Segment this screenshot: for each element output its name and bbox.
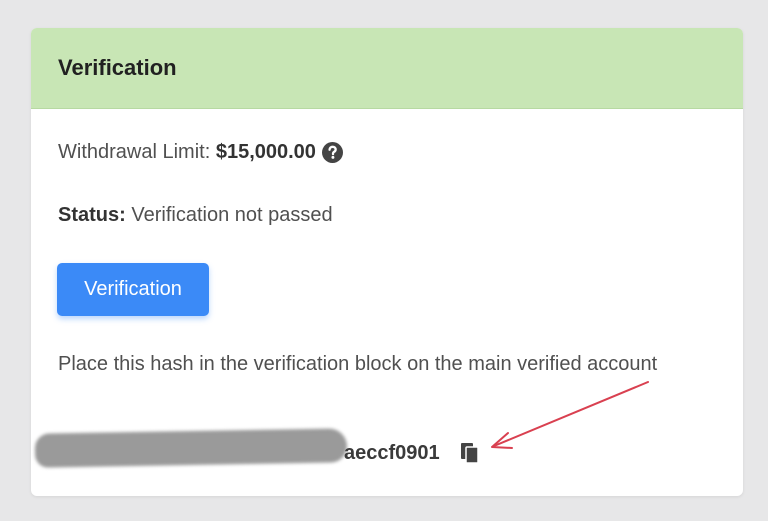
status-value: Verification not passed <box>131 204 333 226</box>
withdrawal-limit-row: Withdrawal Limit: $15,000.00 <box>58 141 343 164</box>
verification-button[interactable]: Verification <box>57 263 209 316</box>
status-row: Status: Verification not passed <box>58 204 333 227</box>
hash-instruction: Place this hash in the verification bloc… <box>58 353 658 375</box>
hash-value: aeccf0901 <box>344 442 440 464</box>
withdrawal-limit-label: Withdrawal Limit: <box>58 141 211 163</box>
withdrawal-limit-value: $15,000.00 <box>215 141 316 163</box>
verification-card: Verification Withdrawal Limit: $15,000.0… <box>31 28 743 496</box>
card-title: Verification <box>58 55 177 80</box>
card-header: Verification <box>31 28 743 109</box>
status-label: Status: <box>58 204 126 226</box>
copy-icon[interactable] <box>459 441 481 465</box>
redaction-blur <box>34 428 348 468</box>
question-circle-icon[interactable] <box>321 142 343 163</box>
